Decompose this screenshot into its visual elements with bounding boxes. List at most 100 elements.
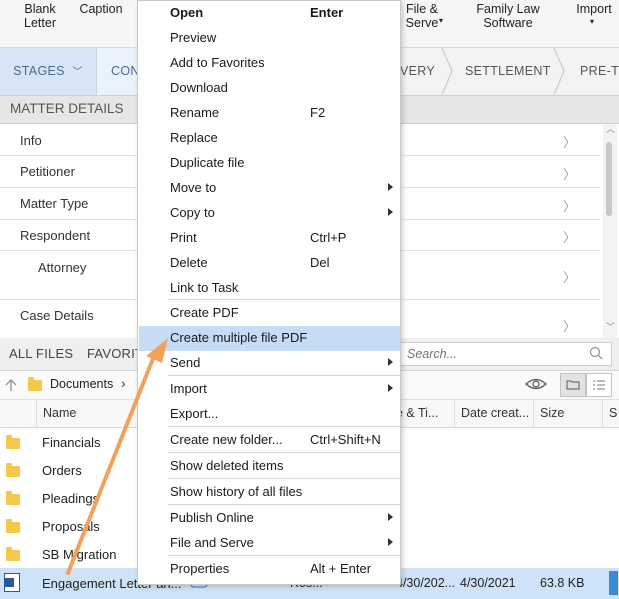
submenu-arrow-icon [388, 183, 393, 191]
chevron-right-icon: 〉 [563, 230, 577, 245]
file-name: SB Migration [42, 547, 117, 562]
column-icon [0, 400, 34, 427]
tab-favorites[interactable]: FAVORIT [87, 346, 143, 361]
stage-pre-trial[interactable]: PRE-TRI [580, 48, 619, 95]
scroll-thumb[interactable] [606, 142, 612, 216]
scroll-down-icon[interactable]: ﹀ [606, 320, 615, 333]
menu-item-label: Create multiple file PDF [170, 330, 308, 345]
submenu-arrow-icon [388, 384, 393, 392]
chevron-down-icon: ﹀ [72, 67, 83, 78]
view-list-button[interactable] [586, 373, 612, 397]
file-modified: 4/30/202... [396, 576, 456, 590]
status-indicator [609, 571, 618, 595]
menu-item-label: Preview [170, 30, 217, 45]
file-name: Financials [42, 435, 101, 450]
breadcrumb-chevron-icon: › [121, 375, 126, 391]
menu-item-rename[interactable]: Rename F2 [138, 101, 400, 126]
file-name: Pleadings [42, 491, 100, 506]
menu-item-download[interactable]: Download [138, 76, 400, 101]
tab-all-files[interactable]: ALL FILES [9, 346, 73, 361]
file-size: 63.8 KB [540, 576, 585, 590]
menu-item-shortcut: Ctrl+Shift+N [310, 432, 381, 447]
column-size[interactable]: Size [533, 400, 600, 427]
menu-item-create-multiple-file-pdf[interactable]: Create multiple file PDF [139, 326, 400, 351]
menu-item-show-history[interactable]: Show history of all files [138, 480, 400, 505]
menu-item-label: Create new folder... [170, 432, 283, 447]
menu-item-label: Replace [170, 130, 218, 145]
menu-item-label: Link to Task [170, 280, 239, 295]
menu-item-label: Duplicate file [170, 155, 245, 170]
stage-separator-icon [441, 48, 453, 95]
search-box [400, 342, 612, 366]
menu-item-label: Open [170, 5, 204, 20]
search-input[interactable] [405, 345, 589, 363]
stages-label: STAGES [13, 64, 65, 78]
stages-dropdown[interactable]: STAGES ﹀ [0, 48, 96, 95]
chevron-right-icon: 〉 [563, 199, 577, 214]
menu-item-open[interactable]: Open Enter [138, 1, 400, 26]
menu-item-preview[interactable]: Preview [138, 26, 400, 51]
breadcrumb-documents[interactable]: Documents [50, 377, 113, 391]
menu-item-show-deleted-items[interactable]: Show deleted items [138, 454, 400, 479]
menu-item-delete[interactable]: Delete Del [138, 251, 400, 276]
menu-item-properties[interactable]: Properties Alt + Enter [138, 557, 400, 582]
menu-separator [168, 426, 400, 427]
chevron-right-icon: 〉 [563, 135, 577, 150]
menu-item-label: Rename [170, 105, 220, 120]
menu-separator [168, 375, 400, 376]
menu-item-copy-to[interactable]: Copy to [138, 201, 400, 226]
chevron-right-icon: 〉 [563, 319, 577, 334]
stage-discovery[interactable]: VERY [400, 48, 435, 95]
menu-item-move-to[interactable]: Move to [138, 176, 400, 201]
menu-separator [168, 452, 400, 453]
column-extra[interactable]: S [602, 400, 619, 427]
menu-item-file-and-serve[interactable]: File and Serve [138, 531, 400, 556]
menu-item-send[interactable]: Send [138, 351, 400, 376]
menu-separator [168, 299, 400, 300]
menu-item-label: Copy to [170, 205, 215, 220]
folder-outline-icon [566, 380, 580, 390]
menu-item-duplicate-file[interactable]: Duplicate file [138, 151, 400, 176]
menu-item-publish-online[interactable]: Publish Online [138, 506, 400, 531]
submenu-arrow-icon [388, 538, 393, 546]
menu-item-shortcut: Del [310, 255, 330, 270]
menu-item-create-pdf[interactable]: Create PDF [138, 301, 400, 326]
menu-item-label: File and Serve [170, 535, 254, 550]
search-icon[interactable] [589, 346, 603, 360]
menu-separator [168, 555, 400, 556]
view-folders-button[interactable] [560, 373, 586, 397]
submenu-arrow-icon [388, 513, 393, 521]
folder-icon [28, 377, 42, 391]
menu-item-export[interactable]: Export... [138, 402, 400, 427]
blank-letter-button[interactable]: Blank Letter [22, 2, 58, 30]
context-menu: Open Enter Preview Add to Favorites Down… [137, 0, 401, 585]
menu-item-label: Create PDF [170, 305, 239, 320]
import-button[interactable]: Import [574, 2, 614, 16]
menu-item-create-new-folder[interactable]: Create new folder... Ctrl+Shift+N [138, 428, 400, 453]
family-law-software-button[interactable]: Family Law Software [474, 2, 542, 30]
file-name: Orders [42, 463, 82, 478]
menu-item-link-to-task[interactable]: Link to Task [138, 276, 400, 301]
file-serve-button[interactable]: File & Serve [405, 2, 439, 30]
menu-item-print[interactable]: Print Ctrl+P [138, 226, 400, 251]
stage-settlement[interactable]: SETTLEMENT [465, 48, 551, 95]
menu-item-add-to-favorites[interactable]: Add to Favorites [138, 51, 400, 76]
menu-item-replace[interactable]: Replace [138, 126, 400, 151]
matter-row-label: Petitioner [20, 164, 75, 179]
eye-icon[interactable] [524, 376, 548, 392]
list-icon [593, 380, 605, 390]
menu-item-import[interactable]: Import [138, 377, 400, 402]
menu-separator [168, 478, 400, 479]
menu-item-label: Download [170, 80, 228, 95]
stage-separator-icon [553, 48, 565, 95]
scroll-up-icon[interactable]: ︿ [606, 122, 615, 135]
column-date-created[interactable]: Date creat... [454, 400, 533, 427]
caption-button[interactable]: Caption [78, 2, 124, 16]
menu-item-label: Import [170, 381, 207, 396]
chevron-right-icon: 〉 [563, 270, 577, 285]
matter-details-title: MATTER DETAILS [10, 101, 124, 116]
submenu-arrow-icon [388, 358, 393, 366]
arrow-up-icon[interactable] [5, 378, 17, 392]
matter-row-label: Info [20, 133, 42, 148]
matter-row-label: Respondent [20, 228, 91, 243]
